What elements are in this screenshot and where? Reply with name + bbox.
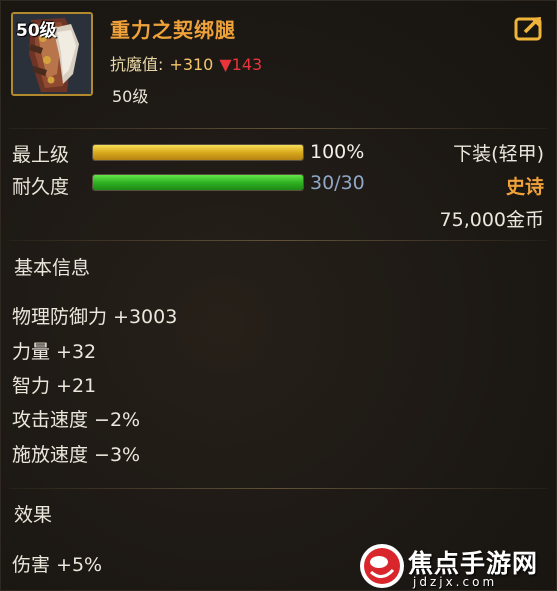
share-icon[interactable] [513,14,545,42]
durability-value: 30/30 [310,172,365,194]
item-name: 重力之契绑腿 [110,18,236,42]
stat-line: 物理防御力 +3003 [12,306,178,328]
effects-title: 效果 [14,504,53,526]
item-tooltip: 50级 重力之契绑腿 抗魔值: +310 ▼143 50级 最上级 100% 耐久度… [0,0,557,591]
stat-line: 攻击速度 −2% [12,409,141,431]
divider [9,240,548,241]
durability-label: 耐久度 [12,176,70,198]
max-level-value: 100% [310,141,365,163]
divider [9,488,548,489]
basic-info-title: 基本信息 [14,257,91,279]
effect-line: 伤害 +5% [12,554,103,576]
item-level-badge: 50级 [16,21,57,41]
magic-resist-row: 抗魔值: +310 ▼143 [110,51,262,75]
magic-resist-label: 抗魔值: [110,55,164,74]
rarity-label: 史诗 [505,176,544,198]
watermark-url: jdzjx.com [413,575,498,589]
stat-line: 施放速度 −3% [12,444,141,466]
magic-resist-value: +310 [169,55,214,74]
max-level-label: 最上级 [12,144,70,166]
equipment-slot: 下装(轻甲) [453,143,544,165]
durability-bar-fill [93,175,303,190]
required-level: 50级 [112,87,149,106]
item-price: 75,000金币 [439,209,544,231]
max-level-bar [92,144,304,161]
item-icon-frame: 50级 [11,12,93,96]
divider [9,128,548,129]
stat-line: 力量 +32 [12,341,97,363]
magic-resist-compare: ▼143 [219,55,263,74]
max-level-bar-fill [93,145,303,160]
stat-line: 智力 +21 [12,375,97,397]
durability-bar [92,174,304,191]
